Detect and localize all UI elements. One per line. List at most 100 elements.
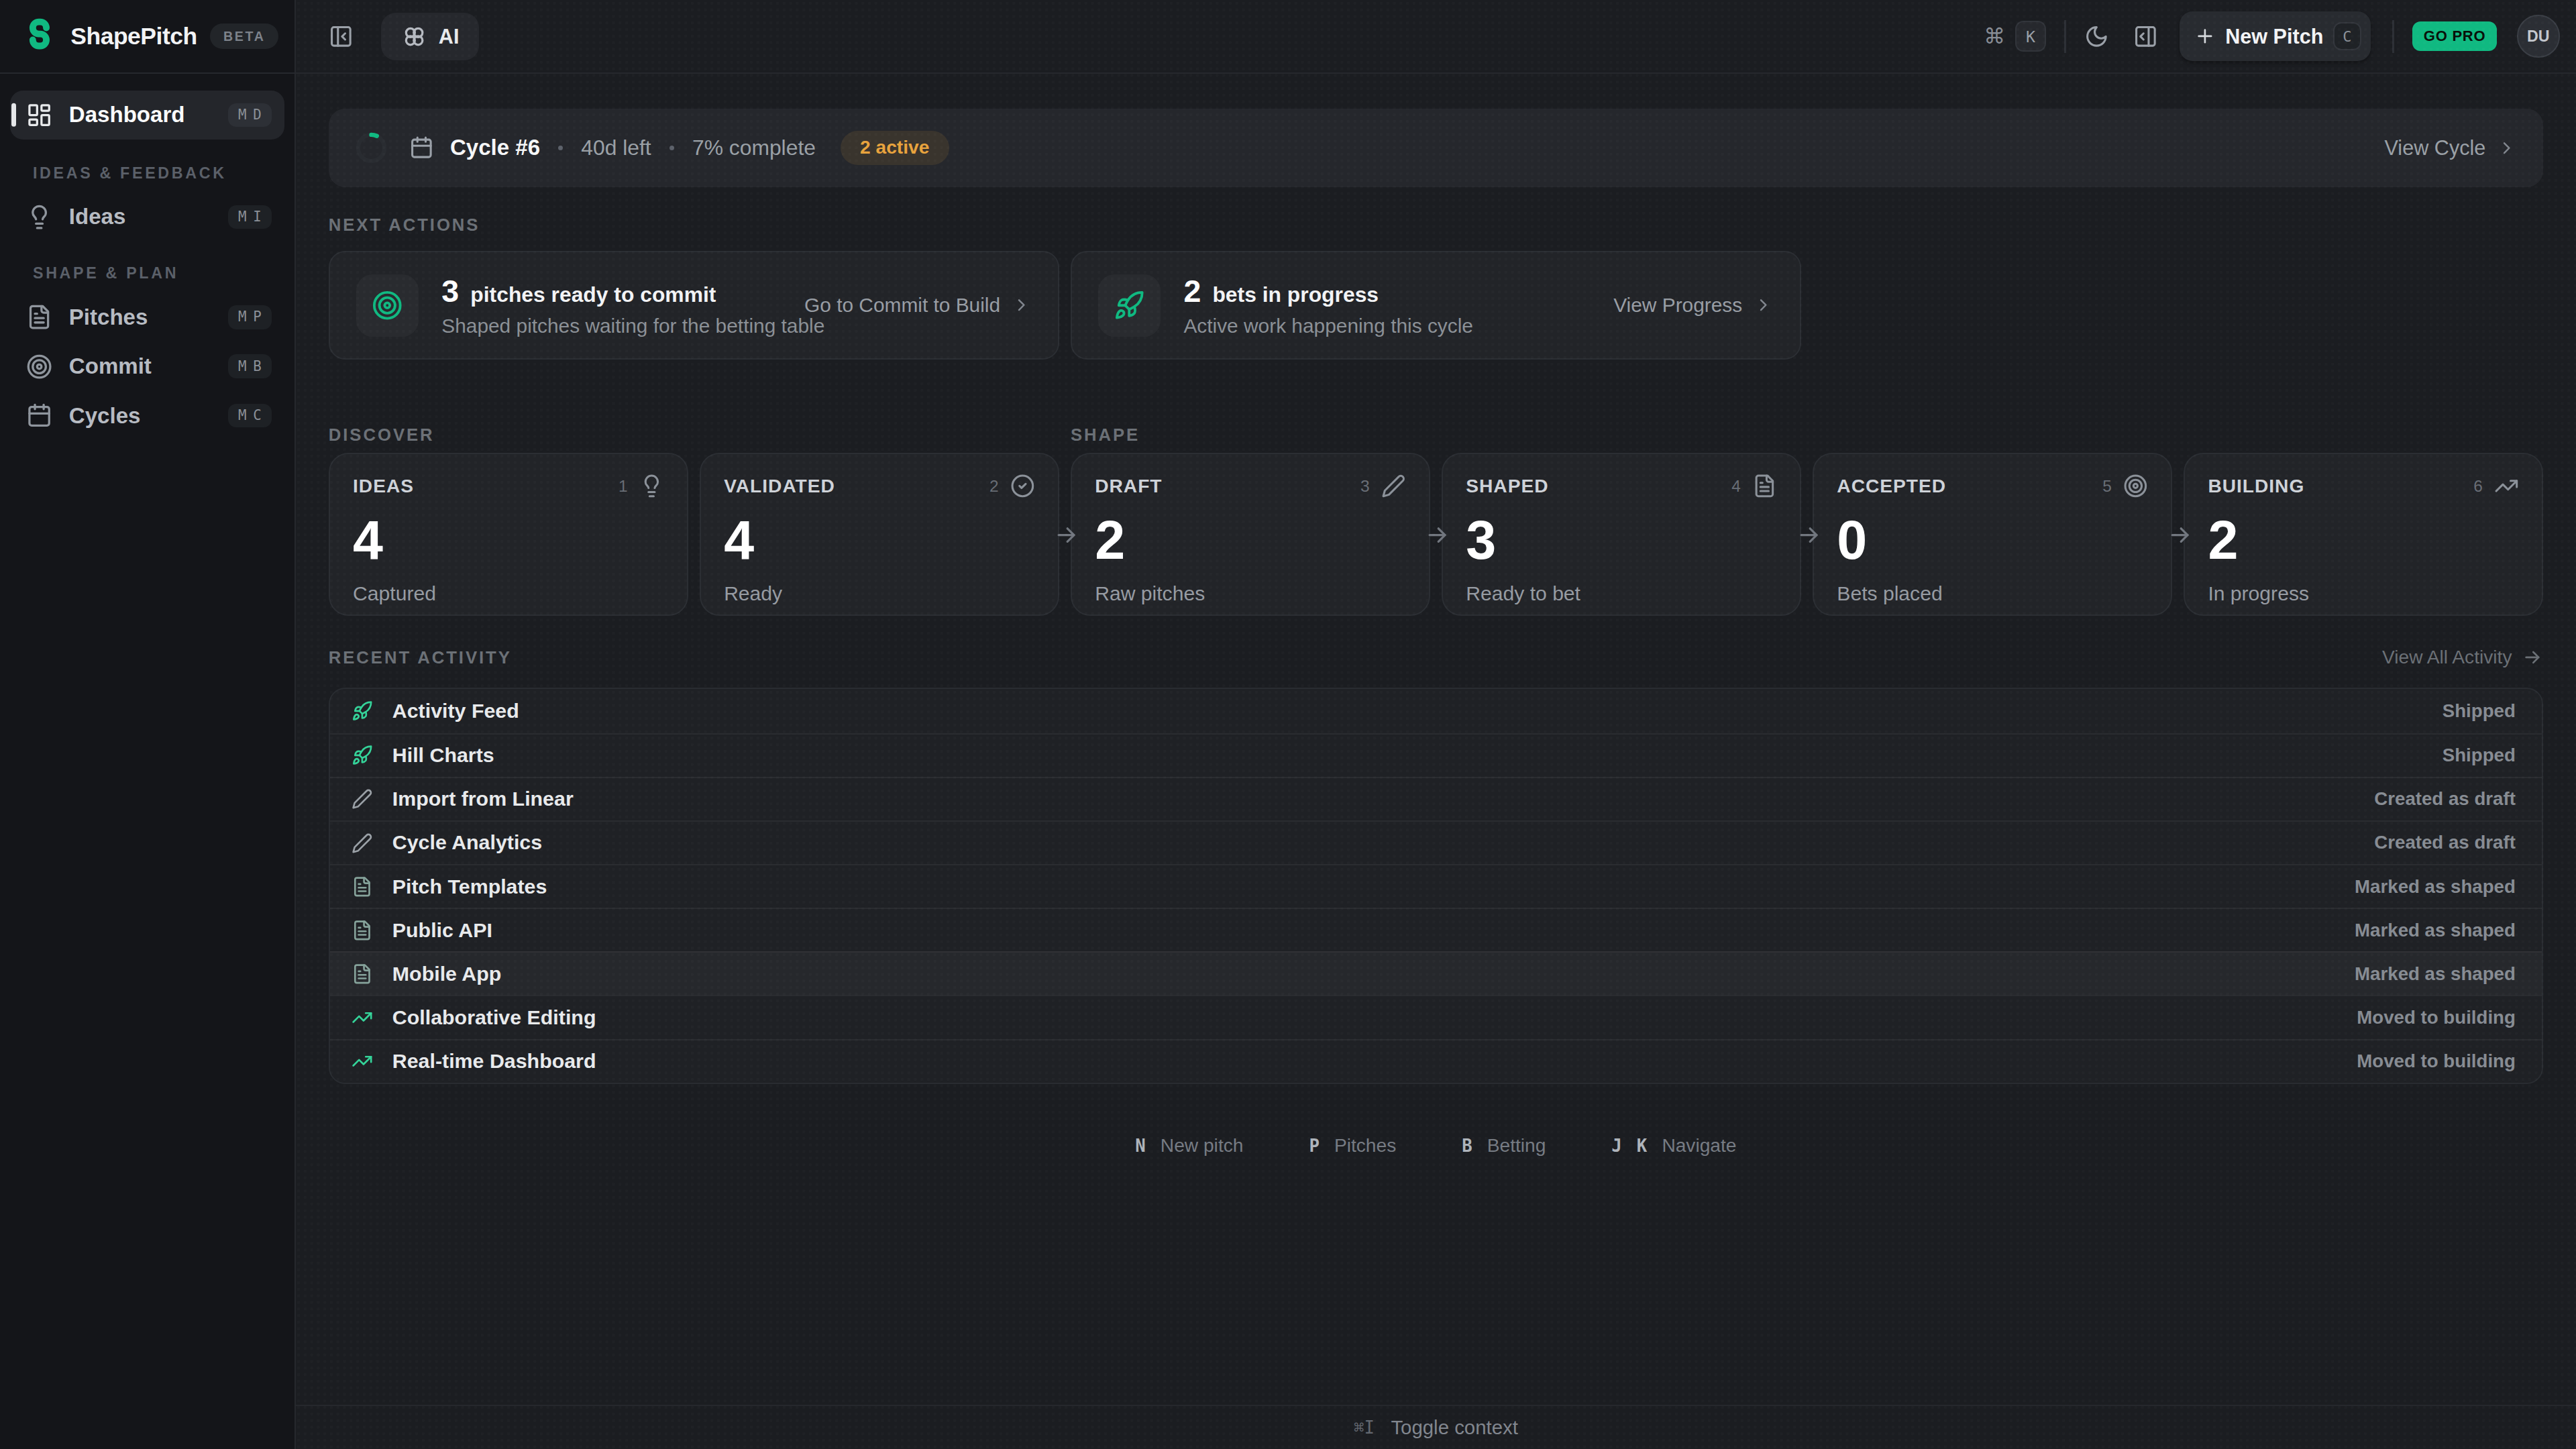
arrow-right-icon bbox=[1796, 522, 1822, 548]
arrow-right-icon bbox=[2522, 647, 2543, 668]
sidebar-item-commit[interactable]: Commit MB bbox=[10, 343, 284, 390]
discover-heading: DISCOVER bbox=[329, 425, 1059, 445]
context-footer[interactable]: ⌘I Toggle context bbox=[296, 1405, 2576, 1449]
trending-up-icon bbox=[2494, 474, 2519, 498]
toggle-context-label: Toggle context bbox=[1391, 1416, 1517, 1439]
k-key: K bbox=[2015, 21, 2047, 52]
action-title: bets in progress bbox=[1212, 282, 1379, 307]
action-text: 3 pitches ready to commit Shaped pitches… bbox=[441, 273, 824, 337]
file-text-icon bbox=[26, 304, 52, 330]
chevron-right-icon bbox=[1012, 295, 1031, 315]
activity-row[interactable]: Import from Linear Created as draft bbox=[330, 777, 2542, 820]
c-key: C bbox=[2333, 22, 2361, 50]
ai-button[interactable]: AI bbox=[381, 13, 479, 60]
activity-row[interactable]: Real-time Dashboard Moved to building bbox=[330, 1039, 2542, 1083]
sidebar-toggle-button[interactable] bbox=[329, 24, 354, 49]
file-text-icon bbox=[1752, 474, 1777, 498]
empty-cell bbox=[1813, 251, 2543, 360]
stage-card-shaped[interactable]: SHAPED 4 3 Ready to bet bbox=[1442, 453, 1801, 615]
main-area: AI ⌘ K New Pitch C bbox=[296, 0, 2576, 1449]
divider bbox=[2392, 20, 2394, 53]
arrow-right-icon bbox=[1424, 522, 1450, 548]
stage-card-validated[interactable]: VALIDATED 2 4 Ready bbox=[700, 453, 1059, 615]
activity-row[interactable]: Activity Feed Shipped bbox=[330, 689, 2542, 733]
stage-caption: In progress bbox=[2208, 582, 2518, 605]
hint-new-pitch: N New pitch bbox=[1135, 1135, 1243, 1157]
hint-pitches: P Pitches bbox=[1309, 1135, 1396, 1157]
shortcut-badge: MB bbox=[228, 354, 271, 378]
shortcut-badge: MD bbox=[228, 103, 271, 127]
sidebar-item-dashboard[interactable]: Dashboard MD bbox=[10, 91, 284, 140]
pipeline-group-labels: DISCOVER SHAPE bbox=[329, 425, 2543, 445]
action-card-progress[interactable]: 2 bets in progress Active work happening… bbox=[1071, 251, 1801, 360]
go-to-commit-link[interactable]: Go to Commit to Build bbox=[804, 294, 1032, 317]
app-logo bbox=[21, 18, 58, 54]
beta-badge: BETA bbox=[210, 23, 278, 49]
sidebar-item-label: Cycles bbox=[69, 403, 141, 429]
dot-separator bbox=[669, 146, 674, 150]
divider bbox=[2064, 20, 2065, 53]
active-indicator bbox=[11, 103, 16, 126]
go-pro-button[interactable]: GO PRO bbox=[2412, 21, 2498, 51]
calendar-icon bbox=[26, 402, 52, 429]
sidebar-nav: Dashboard MD IDEAS & FEEDBACK Ideas MI S… bbox=[0, 74, 294, 458]
sidebar-item-ideas[interactable]: Ideas MI bbox=[10, 194, 284, 240]
stage-card-ideas[interactable]: IDEAS 1 4 Captured bbox=[329, 453, 688, 615]
pipeline: IDEAS 1 4 Captured VALIDATED 2 4 Ready bbox=[329, 453, 2543, 615]
action-subtitle: Shaped pitches waiting for the betting t… bbox=[441, 315, 824, 337]
action-subtitle: Active work happening this cycle bbox=[1183, 315, 1473, 337]
cycle-banner[interactable]: Cycle #6 40d left 7% complete 2 active V… bbox=[329, 109, 2543, 188]
view-all-activity-link[interactable]: View All Activity bbox=[2382, 647, 2543, 668]
sidebar-item-cycles[interactable]: Cycles MC bbox=[10, 392, 284, 439]
stage-count: 4 bbox=[353, 513, 663, 568]
stage-card-draft[interactable]: DRAFT 3 2 Raw pitches bbox=[1071, 453, 1430, 615]
view-progress-link[interactable]: View Progress bbox=[1613, 294, 1773, 317]
cycle-days-left: 40d left bbox=[581, 136, 651, 160]
sidebar-header: ShapePitch BETA bbox=[0, 0, 294, 74]
activity-row[interactable]: Pitch Templates Marked as shaped bbox=[330, 864, 2542, 908]
lightbulb-icon bbox=[26, 204, 52, 230]
activity-row[interactable]: Cycle Analytics Created as draft bbox=[330, 820, 2542, 864]
lightbulb-icon bbox=[639, 474, 664, 498]
right-panel-toggle-button[interactable] bbox=[2133, 24, 2158, 49]
app-root: ShapePitch BETA Dashboard MD IDEAS & FEE… bbox=[0, 0, 2576, 1449]
shortcut-badge: MP bbox=[228, 305, 271, 329]
view-cycle-link[interactable]: View Cycle bbox=[2385, 136, 2517, 160]
file-text-icon bbox=[352, 963, 373, 985]
command-palette-shortcut[interactable]: ⌘ K bbox=[1984, 21, 2046, 52]
stage-count: 0 bbox=[1837, 513, 2147, 568]
stage-caption: Raw pitches bbox=[1095, 582, 1405, 605]
command-icon: ⌘ bbox=[1984, 23, 2005, 49]
stage-count: 2 bbox=[2208, 513, 2518, 568]
cycle-complete: 7% complete bbox=[692, 136, 816, 160]
panel-right-icon bbox=[2133, 24, 2158, 49]
activity-row[interactable]: Hill Charts Shipped bbox=[330, 733, 2542, 777]
sidebar-item-label: Commit bbox=[69, 354, 152, 379]
dot-separator bbox=[558, 146, 563, 150]
target-icon bbox=[2123, 474, 2148, 498]
check-circle-icon bbox=[1010, 474, 1035, 498]
rocket-icon bbox=[1114, 290, 1145, 321]
stage-caption: Ready to bet bbox=[1466, 582, 1776, 605]
activity-row[interactable]: Collaborative Editing Moved to building bbox=[330, 995, 2542, 1038]
topbar: AI ⌘ K New Pitch C bbox=[296, 0, 2576, 74]
active-count-badge: 2 active bbox=[841, 131, 949, 166]
stage-card-building[interactable]: BUILDING 6 2 In progress bbox=[2184, 453, 2543, 615]
new-pitch-button[interactable]: New Pitch C bbox=[2180, 11, 2371, 60]
action-card-commit[interactable]: 3 pitches ready to commit Shaped pitches… bbox=[329, 251, 1059, 360]
target-icon bbox=[26, 354, 52, 380]
pencil-icon bbox=[1381, 474, 1406, 498]
hint-betting: B Betting bbox=[1462, 1135, 1546, 1157]
activity-row[interactable]: Public API Marked as shaped bbox=[330, 908, 2542, 951]
sidebar-item-pitches[interactable]: Pitches MP bbox=[10, 294, 284, 340]
stage-count: 4 bbox=[724, 513, 1034, 568]
sidebar-section-shape-plan: SHAPE & PLAN bbox=[33, 264, 284, 282]
stage-card-accepted[interactable]: ACCEPTED 5 0 Bets placed bbox=[1813, 453, 2172, 615]
avatar[interactable]: DU bbox=[2517, 15, 2560, 58]
theme-toggle-button[interactable] bbox=[2084, 24, 2109, 49]
chevron-right-icon bbox=[2497, 138, 2516, 158]
keyboard-hints: N New pitch P Pitches B Betting J K Navi… bbox=[329, 1135, 2543, 1157]
activity-row[interactable]: Mobile App Marked as shaped bbox=[330, 951, 2542, 995]
action-count: 3 bbox=[441, 273, 459, 309]
file-text-icon bbox=[352, 876, 373, 898]
